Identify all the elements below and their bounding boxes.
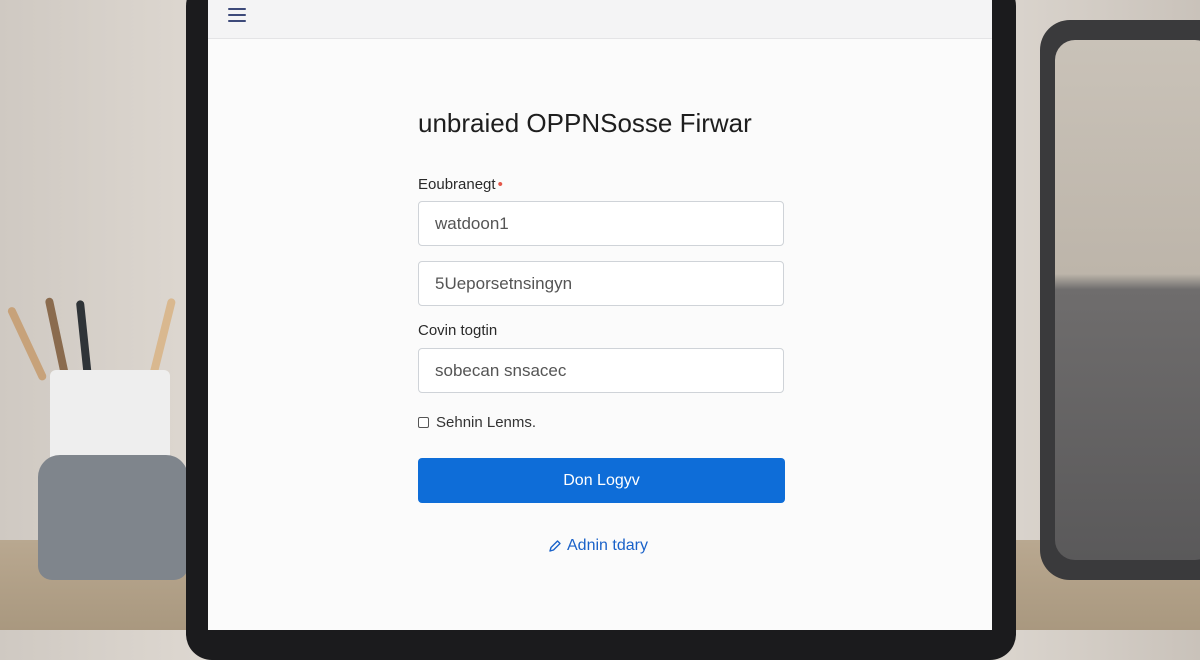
hamburger-menu-icon[interactable] <box>228 8 246 24</box>
username-field[interactable] <box>418 201 784 246</box>
top-bar <box>208 0 992 39</box>
background-device-screen <box>1055 40 1200 560</box>
tablet-screen: unbraied OPPNSosse Firwar Eoubranegt• Co… <box>208 0 992 630</box>
login-field[interactable] <box>418 348 784 393</box>
pencil <box>6 305 48 382</box>
pencil-cup <box>38 455 188 580</box>
login-section-label: Covin togtin <box>418 322 498 339</box>
admin-link[interactable]: Adnin tdary <box>548 537 648 555</box>
pencil <box>75 300 92 379</box>
pencil <box>148 297 177 381</box>
remember-label: Sehnin Lenms. <box>436 414 537 431</box>
pencil-cup-rim <box>50 370 170 462</box>
pencil-icon <box>549 540 561 552</box>
admin-link-label: Adnin tdary <box>567 537 648 554</box>
required-marker: • <box>497 176 503 193</box>
remember-row[interactable]: Sehnin Lenms. <box>418 414 536 431</box>
password-field[interactable] <box>418 261 784 306</box>
page-title: unbraied OPPNSosse Firwar <box>418 108 752 138</box>
pencil <box>44 297 70 381</box>
username-label: Eoubranegt • <box>418 176 503 193</box>
login-button[interactable]: Don Logyv <box>418 458 785 503</box>
remember-checkbox[interactable] <box>418 417 429 428</box>
username-label-text: Eoubranegt <box>418 176 496 193</box>
